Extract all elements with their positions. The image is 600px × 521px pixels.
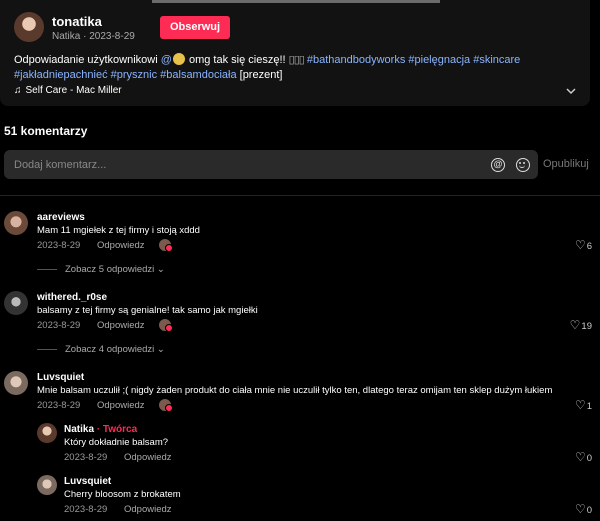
reply-date: 2023-8-29 <box>64 504 108 515</box>
post-description: Odpowiadanie użytkownikowi @ omg tak się… <box>14 53 584 83</box>
hashtags-line-2[interactable]: #jakładniepachnieć #prysznic #balsamdoci… <box>14 69 237 81</box>
comment-author[interactable]: Luvsquiet <box>37 372 84 383</box>
comment-date: 2023-8-29 <box>37 320 81 331</box>
desc-text: Odpowiadanie użytkownikowi <box>14 54 161 66</box>
like-count: 0 <box>586 453 592 464</box>
comments-count: 51 komentarzy <box>4 124 88 138</box>
like-button[interactable]: ♡0 <box>570 502 592 516</box>
desc-unrendered-glyphs: ▯▯▯ <box>288 54 305 66</box>
follow-button[interactable]: Obserwuj <box>160 16 230 39</box>
reply-author-line[interactable]: Natika · Twórca <box>64 424 137 435</box>
author-username[interactable]: tonatika <box>52 14 102 29</box>
creator-liked-icon <box>159 399 173 412</box>
heart-icon: ♡ <box>569 318 581 332</box>
reply-button[interactable]: Odpowiedz <box>124 504 172 515</box>
heart-icon: ♡ <box>574 450 586 464</box>
reply-author: Natika <box>64 424 95 435</box>
heart-icon: ♡ <box>574 238 586 252</box>
like-button[interactable]: ♡1 <box>570 398 592 412</box>
like-count: 6 <box>586 241 592 252</box>
commenter-avatar[interactable] <box>4 291 28 315</box>
reply-text: Który dokładnie balsam? <box>64 437 169 448</box>
divider-line <box>37 268 57 270</box>
like-count: 0 <box>586 505 592 516</box>
heart-icon: ♡ <box>574 502 586 516</box>
creator-liked-icon <box>159 239 173 252</box>
publish-button[interactable]: Opublikuj <box>543 158 589 170</box>
commenter-avatar[interactable] <box>4 371 28 395</box>
view-replies-label: Zobacz 5 odpowiedzi ⌄ <box>65 264 165 275</box>
reply-text: Cherry bloosom z brokatem <box>64 489 181 500</box>
reply-avatar[interactable] <box>37 475 57 495</box>
comment-input-box[interactable]: @ <box>4 150 538 179</box>
reply-author[interactable]: Luvsquiet <box>64 476 111 487</box>
hashtags-line-1[interactable]: #bathandbodyworks #pielęgnacja #skincare <box>307 54 520 66</box>
video-bottom-strip <box>152 0 440 3</box>
reply-button[interactable]: Odpowiedz <box>97 240 145 251</box>
music-title: Self Care - Mac Miller <box>25 85 122 96</box>
creator-badge: · Twórca <box>96 424 138 435</box>
view-replies-label: Zobacz 4 odpowiedzi ⌄ <box>65 344 165 355</box>
comment-input[interactable] <box>14 157 454 172</box>
author-subinfo: Natika · 2023-8-29 <box>52 31 135 42</box>
divider-line <box>37 348 57 350</box>
chevron-down-icon[interactable] <box>566 86 576 98</box>
comment-text: Mnie balsam uczulił ;( nigdy żaden produ… <box>37 385 553 396</box>
like-button[interactable]: ♡0 <box>570 450 592 464</box>
view-replies-button[interactable]: Zobacz 4 odpowiedzi ⌄ <box>37 344 165 355</box>
comment-date: 2023-8-29 <box>37 240 81 251</box>
comment-text: Mam 11 mgiełek z tej firmy i stoją xddd <box>37 225 200 236</box>
comment-author[interactable]: withered._r0se <box>37 292 107 303</box>
emoji-icon <box>172 53 185 65</box>
comment-author[interactable]: aareviews <box>37 212 85 223</box>
emoji-picker-icon[interactable] <box>516 158 530 172</box>
heart-icon: ♡ <box>574 398 586 412</box>
music-link[interactable]: ♫ Self Care - Mac Miller <box>14 85 122 96</box>
view-replies-button[interactable]: Zobacz 5 odpowiedzi ⌄ <box>37 264 165 275</box>
like-count: 1 <box>586 401 592 412</box>
mention-link[interactable]: @ <box>161 54 172 66</box>
divider <box>0 195 600 196</box>
post-card: tonatika Natika · 2023-8-29 Obserwuj Odp… <box>0 0 590 106</box>
creator-liked-icon <box>159 319 173 332</box>
reply-date: 2023-8-29 <box>64 452 108 463</box>
mention-icon[interactable]: @ <box>491 158 505 172</box>
like-count: 19 <box>581 321 592 332</box>
desc-text-2: omg tak się cieszę!! <box>185 54 289 66</box>
reply-avatar[interactable] <box>37 423 57 443</box>
like-button[interactable]: ♡6 <box>568 238 592 252</box>
reply-button[interactable]: Odpowiedz <box>97 400 145 411</box>
comment-date: 2023-8-29 <box>37 400 81 411</box>
desc-suffix: [prezent] <box>236 69 283 81</box>
music-note-icon: ♫ <box>14 85 22 96</box>
reply-button[interactable]: Odpowiedz <box>97 320 145 331</box>
reply-button[interactable]: Odpowiedz <box>124 452 172 463</box>
comment-text: balsamy z tej firmy są genialne! tak sam… <box>37 305 258 316</box>
author-avatar[interactable] <box>14 12 44 42</box>
like-button[interactable]: ♡19 <box>565 318 592 332</box>
commenter-avatar[interactable] <box>4 211 28 235</box>
